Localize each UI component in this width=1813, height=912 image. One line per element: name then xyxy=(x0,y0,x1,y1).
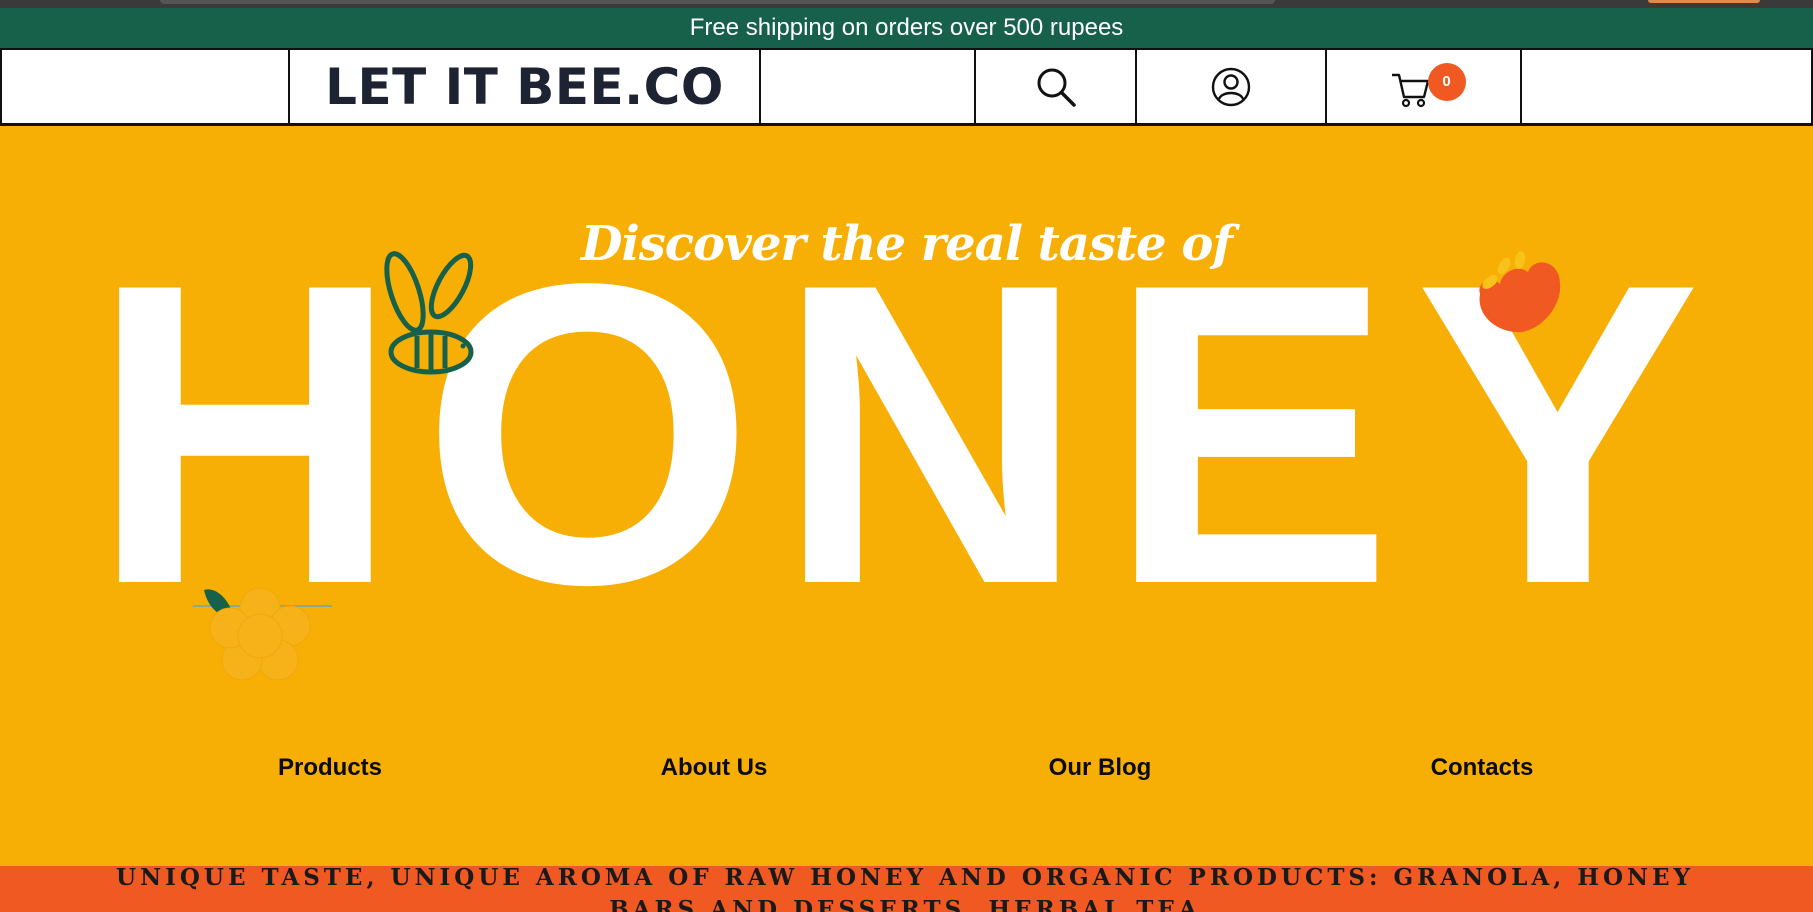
nav-link-about-us[interactable]: About Us xyxy=(604,754,824,782)
header-empty-right xyxy=(1522,50,1813,123)
cart-count-badge: 0 xyxy=(1427,62,1466,101)
nav-link-contacts[interactable]: Contacts xyxy=(1372,754,1592,782)
main-nav: Products About Us Our Blog Contacts xyxy=(0,754,1813,794)
marquee-banner: UNIQUE TASTE, UNIQUE AROMA OF RAW HONEY … xyxy=(0,866,1813,912)
site-header: LET IT BEE.CO 0 xyxy=(0,48,1813,126)
user-icon[interactable] xyxy=(1211,67,1251,107)
cart-button[interactable]: 0 xyxy=(1327,50,1522,123)
browser-toolbar-pill xyxy=(1648,0,1760,3)
bee-icon xyxy=(384,251,474,375)
search-button[interactable] xyxy=(976,50,1137,123)
red-flower-icon xyxy=(1479,251,1561,333)
announcement-text: Free shipping on orders over 500 rupees xyxy=(689,14,1124,41)
browser-tab-bar xyxy=(160,0,1275,4)
account-button[interactable] xyxy=(1137,50,1327,123)
hero-section: HONEY Discover the real taste of Product… xyxy=(0,126,1813,866)
header-empty-middle xyxy=(761,50,976,123)
nav-link-products[interactable]: Products xyxy=(220,754,440,782)
header-empty-left xyxy=(0,50,290,123)
brand-logo[interactable]: LET IT BEE.CO xyxy=(325,58,724,116)
search-icon[interactable] xyxy=(1035,66,1077,108)
announcement-bar: Free shipping on orders over 500 rupees xyxy=(0,8,1813,48)
cart-icon[interactable] xyxy=(1390,71,1432,109)
nav-link-our-blog[interactable]: Our Blog xyxy=(990,754,1210,782)
brand-cell[interactable]: LET IT BEE.CO xyxy=(290,50,761,123)
yellow-flower-icon xyxy=(193,587,332,681)
cart-wrapper[interactable]: 0 xyxy=(1384,57,1466,117)
marquee-text: UNIQUE TASTE, UNIQUE AROMA OF RAW HONEY … xyxy=(116,866,1694,912)
browser-top-strip xyxy=(0,0,1813,8)
